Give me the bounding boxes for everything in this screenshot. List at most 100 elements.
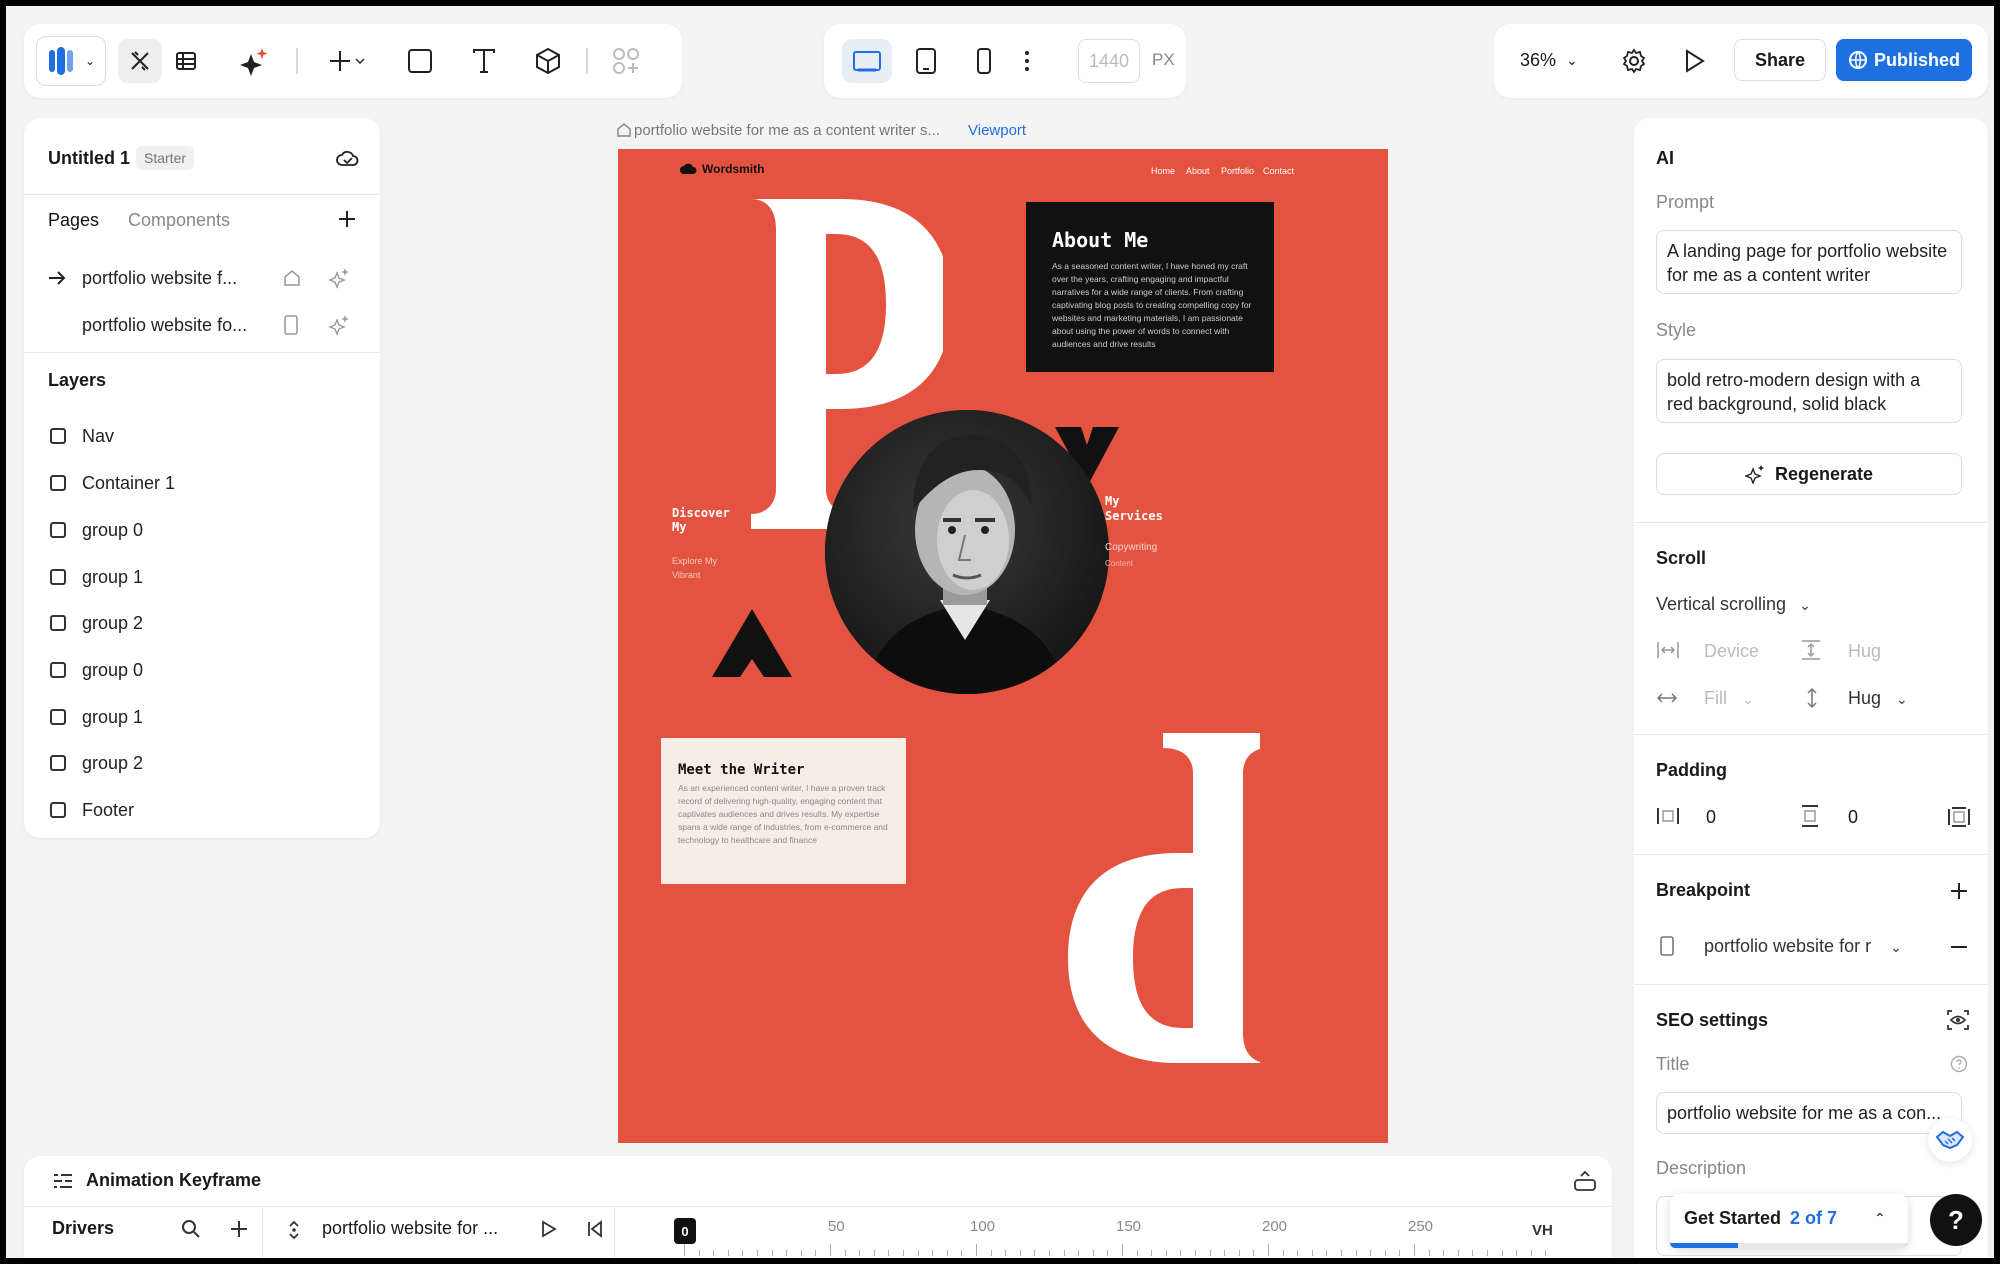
layer-item[interactable]: group 2 xyxy=(24,743,380,783)
divider xyxy=(1634,984,1988,985)
width-mode-device[interactable]: Device xyxy=(1704,641,1759,662)
partner-button[interactable] xyxy=(1928,1118,1972,1162)
design-tools-icon xyxy=(131,51,149,71)
height-sizing-select[interactable]: Hug ⌄ xyxy=(1848,688,1908,709)
driver-page-select[interactable]: portfolio website for ... xyxy=(322,1218,498,1239)
regenerate-label: Regenerate xyxy=(1774,463,1874,484)
text-tool-button[interactable] xyxy=(462,39,506,83)
help-button[interactable]: ? xyxy=(1930,1194,1982,1246)
layer-item[interactable]: group 0 xyxy=(24,510,380,550)
3d-tool-button[interactable] xyxy=(526,39,570,83)
scroll-direction-select[interactable]: Vertical scrolling ⌄ xyxy=(1656,594,1811,615)
help-circle-icon[interactable] xyxy=(1950,1055,1968,1073)
logo-menu-button[interactable]: ⌄ xyxy=(36,36,106,86)
tab-components[interactable]: Components xyxy=(128,210,230,231)
portrait-image[interactable] xyxy=(825,410,1109,694)
nav-link-portfolio[interactable]: Portfolio xyxy=(1221,166,1254,176)
width-unit-label: PX xyxy=(1152,50,1175,69)
ai-button[interactable] xyxy=(232,39,276,83)
search-drivers-button[interactable] xyxy=(174,1212,208,1246)
tablet-view-button[interactable] xyxy=(904,39,948,83)
add-page-button[interactable] xyxy=(332,204,362,234)
regenerate-button[interactable]: Regenerate xyxy=(1656,453,1962,495)
padding-individual-button[interactable] xyxy=(1944,802,1974,832)
width-sizing-value: Fill xyxy=(1704,688,1727,708)
components-button[interactable] xyxy=(604,39,648,83)
sparkle-icon[interactable] xyxy=(328,314,350,336)
published-button[interactable]: Published xyxy=(1836,39,1972,81)
cloud-sync-button[interactable] xyxy=(330,140,366,176)
layer-item[interactable]: Footer xyxy=(24,790,380,830)
remove-breakpoint-button[interactable] xyxy=(1944,932,1974,962)
page-item[interactable]: portfolio website fo... xyxy=(24,303,380,347)
chevron-down-icon: ⌄ xyxy=(84,54,96,68)
collapse-panel-button[interactable] xyxy=(1568,1164,1602,1198)
services-item[interactable]: Copywriting xyxy=(1105,542,1157,553)
layer-item[interactable]: group 2 xyxy=(24,603,380,643)
width-input[interactable]: 1440 xyxy=(1078,39,1140,83)
seo-preview-button[interactable] xyxy=(1942,1004,1974,1036)
chevron-up-icon[interactable]: ⌃ xyxy=(1874,1210,1886,1227)
layer-item[interactable]: group 0 xyxy=(24,650,380,690)
about-me-card[interactable]: About Me As a seasoned content writer, I… xyxy=(1026,202,1274,372)
page-item[interactable]: portfolio website f... xyxy=(24,256,380,300)
add-element-button[interactable] xyxy=(320,39,376,83)
vertical-resize-icon xyxy=(1807,687,1817,709)
site-logo[interactable]: Wordsmith xyxy=(680,162,764,176)
viewport-link[interactable]: Viewport xyxy=(968,122,1026,139)
settings-button[interactable] xyxy=(1612,39,1656,83)
design-tool-button[interactable] xyxy=(118,39,162,83)
preview-button[interactable] xyxy=(1672,39,1716,83)
tab-pages[interactable]: Pages xyxy=(48,210,99,231)
layer-item[interactable]: Nav xyxy=(24,416,380,456)
nav-link-contact[interactable]: Contact xyxy=(1263,166,1294,176)
discover-subtitle[interactable]: Explore My Vibrant xyxy=(672,554,732,582)
style-input[interactable]: bold retro-modern design with a red back… xyxy=(1656,359,1962,423)
playhead[interactable]: 0 xyxy=(674,1218,696,1244)
layer-item[interactable]: group 1 xyxy=(24,557,380,597)
toolbar-separator xyxy=(296,48,298,74)
ruler-tick xyxy=(727,1250,729,1256)
add-breakpoint-button[interactable] xyxy=(1944,876,1974,906)
sparkle-icon[interactable] xyxy=(328,267,350,289)
layer-frame-icon xyxy=(50,662,66,678)
divider xyxy=(24,194,380,195)
play-animation-button[interactable] xyxy=(532,1212,566,1246)
nav-link-home[interactable]: Home xyxy=(1151,166,1175,176)
ruler-tick xyxy=(1078,1250,1080,1256)
mobile-view-button[interactable] xyxy=(962,39,1006,83)
seo-title-label: Title xyxy=(1656,1054,1690,1074)
layer-item[interactable]: group 1 xyxy=(24,697,380,737)
seo-title-input[interactable]: portfolio website for me as a con... xyxy=(1656,1092,1962,1134)
nav-link-about[interactable]: About xyxy=(1186,166,1210,176)
rewind-button[interactable] xyxy=(578,1212,612,1246)
services-item-secondary[interactable]: Content xyxy=(1105,559,1133,568)
breakpoint-select[interactable]: portfolio website for r ⌄ xyxy=(1704,936,1902,957)
scroll-driver-icon xyxy=(289,1220,299,1240)
timeline-ruler[interactable]: 0 50 100 150 200 250 VH xyxy=(620,1208,1568,1258)
layer-label: Footer xyxy=(82,800,135,820)
zoom-select[interactable]: 36% ⌄ xyxy=(1520,50,1578,71)
breadcrumb[interactable]: portfolio website for me as a content wr… xyxy=(634,122,940,139)
share-button[interactable]: Share xyxy=(1734,39,1826,81)
prompt-input[interactable]: A landing page for portfolio website for… xyxy=(1656,230,1962,294)
canvas-page-frame[interactable]: Wordsmith Home About Portfolio Contact A… xyxy=(618,149,1388,1143)
ai-section-title: AI xyxy=(1656,148,1674,168)
more-options-button[interactable] xyxy=(1012,39,1042,83)
padding-horizontal-value[interactable]: 0 xyxy=(1706,807,1716,828)
project-title[interactable]: Untitled 1 xyxy=(48,148,130,169)
cms-button[interactable] xyxy=(164,39,208,83)
add-driver-button[interactable] xyxy=(222,1212,256,1246)
layer-item[interactable]: Container 1 xyxy=(24,463,380,503)
ruler-tick xyxy=(1165,1250,1167,1256)
padding-vertical-value[interactable]: 0 xyxy=(1848,807,1858,828)
width-sizing-select[interactable]: Fill ⌄ xyxy=(1704,688,1754,709)
meet-writer-card[interactable]: Meet the Writer As an experienced conten… xyxy=(661,738,906,884)
height-mode-hug[interactable]: Hug xyxy=(1848,641,1881,662)
divider xyxy=(1634,522,1988,523)
timeline-unit[interactable]: VH xyxy=(1532,1222,1553,1239)
frame-tool-button[interactable] xyxy=(398,39,442,83)
table-icon xyxy=(176,52,196,70)
desktop-view-button[interactable] xyxy=(842,39,892,83)
get-started-widget[interactable]: Get Started 2 of 7 ⌃ xyxy=(1670,1194,1908,1248)
